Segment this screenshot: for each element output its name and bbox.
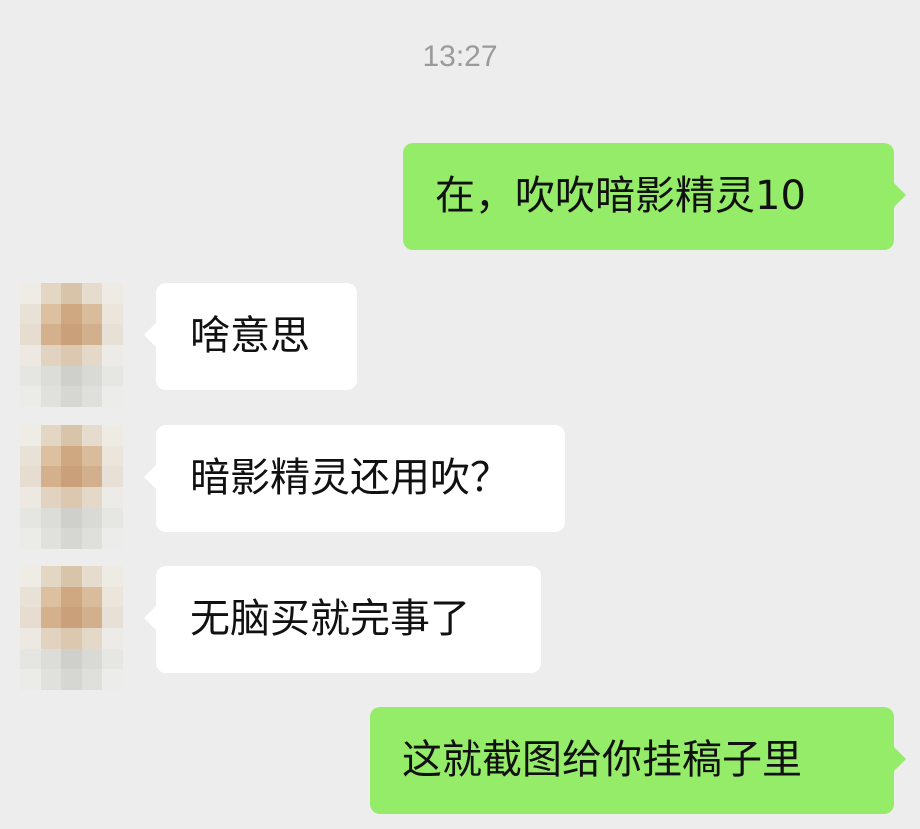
message-bubble-incoming[interactable]: 啥意思 xyxy=(144,283,357,390)
message-bubble-incoming[interactable]: 暗影精灵还用吹？ xyxy=(144,425,565,532)
message-bubble-outgoing[interactable]: 在，吹吹暗影精灵10 xyxy=(403,143,906,250)
contact-avatar-3[interactable] xyxy=(20,566,123,690)
contact-avatar-1[interactable] xyxy=(20,283,123,407)
message-bubble-incoming[interactable]: 无脑买就完事了 xyxy=(144,566,541,673)
contact-avatar-2[interactable] xyxy=(20,425,123,549)
message-bubble-outgoing[interactable]: 这就截图给你挂稿子里 xyxy=(370,707,906,814)
chat-timestamp: 13:27 xyxy=(422,40,498,73)
